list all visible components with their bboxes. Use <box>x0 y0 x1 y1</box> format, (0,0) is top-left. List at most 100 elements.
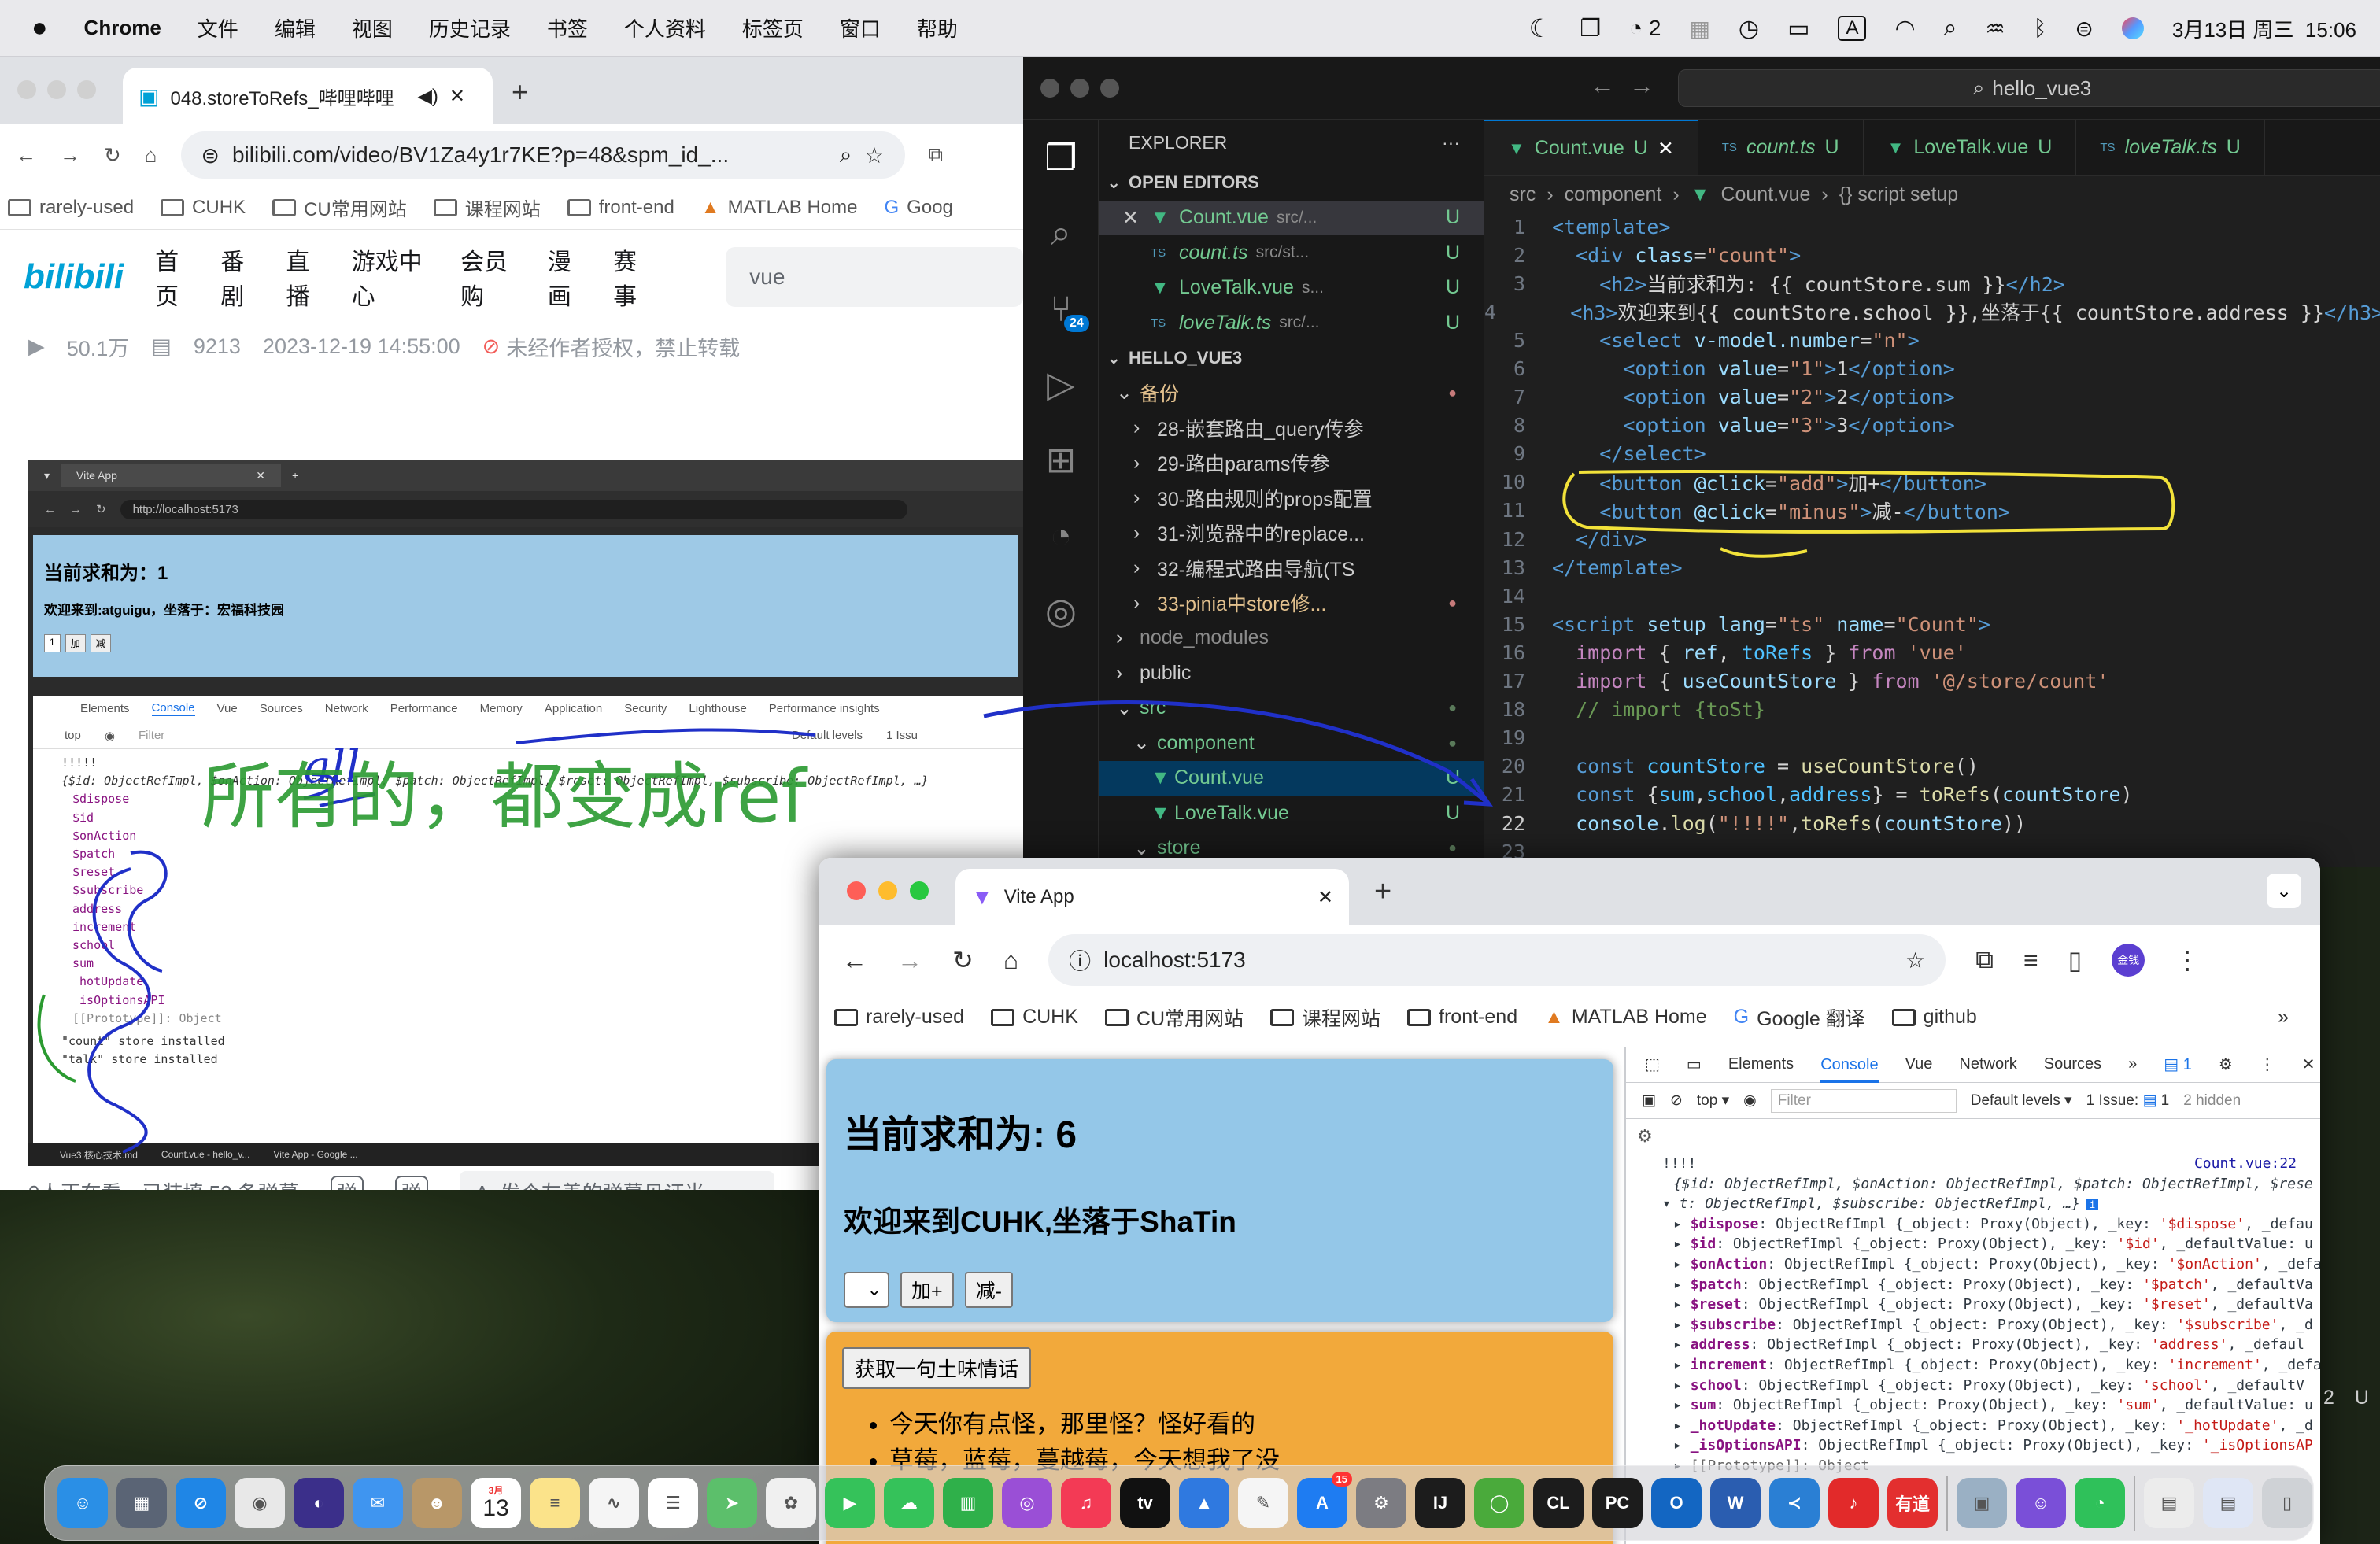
explorer-more-icon[interactable]: ··· <box>1442 132 1460 153</box>
keynote-icon[interactable]: ▲ <box>1179 1478 1229 1528</box>
devtools-tab[interactable]: Network <box>1959 1055 2016 1073</box>
danmaku-setting-icon[interactable]: 弹 <box>394 1175 428 1190</box>
messages-icon[interactable]: ☁ <box>884 1478 934 1528</box>
vite-bookmark-item[interactable]: 课程网站 <box>1270 1003 1380 1032</box>
star-icon[interactable]: ☆ <box>864 142 884 168</box>
menu-item[interactable]: 标签页 <box>742 13 804 42</box>
sidebar-toggle-icon[interactable]: ▣ <box>1642 1092 1656 1110</box>
tab-search-icon[interactable]: ⌄ <box>2267 874 2301 908</box>
menu-item[interactable]: 文件 <box>198 13 238 42</box>
bookmark-item[interactable]: 课程网站 <box>433 194 541 221</box>
vite-close-button[interactable] <box>847 881 866 900</box>
bluetooth-icon[interactable]: ᛒ <box>2034 16 2047 41</box>
bilibili-logo[interactable]: bilibili <box>24 257 124 297</box>
vite-home-icon[interactable]: ⌂ <box>1003 946 1018 975</box>
mail-icon[interactable]: ✉ <box>353 1478 403 1528</box>
vscode-close-button[interactable] <box>1040 79 1059 98</box>
wifi-icon[interactable]: ◠ <box>1894 15 1915 42</box>
profile-avatar[interactable]: 金钱 <box>2112 944 2145 977</box>
music-icon[interactable]: ♫ <box>1061 1478 1111 1528</box>
source-control-icon[interactable]: ⑂ 24 <box>1023 271 1099 346</box>
pages-icon[interactable]: ✎ <box>1238 1478 1288 1528</box>
bookmark-item[interactable]: CU常用网站 <box>272 194 407 221</box>
tree-item[interactable]: › 30-路由规则的props配置 <box>1099 481 1484 516</box>
wechat-status-icon[interactable]: ◔ 2 <box>1629 16 1661 41</box>
log-entry[interactable]: ▸ address: ObjectRefImpl {_object: Proxy… <box>1662 1335 2320 1355</box>
site-info-icon[interactable]: ⊜ <box>201 142 220 168</box>
log-entry[interactable]: ▸ school: ObjectRefImpl {_object: Proxy(… <box>1662 1376 2320 1396</box>
close-icon[interactable]: ✕ <box>1122 206 1151 230</box>
system-settings-icon[interactable]: ⚙ <box>1356 1478 1406 1528</box>
menu-item[interactable]: 历史记录 <box>429 13 511 42</box>
bili-nav-item[interactable]: 赛事 <box>613 242 656 312</box>
tree-item[interactable]: › 33-pinia中store修... ● <box>1099 585 1484 621</box>
siri-icon[interactable]: ◐ <box>294 1478 344 1528</box>
log-entry[interactable]: ▸ _hotUpdate: ObjectRefImpl {_object: Pr… <box>1662 1416 2320 1436</box>
back-icon[interactable]: ← <box>16 143 36 168</box>
remote-icon[interactable]: ◎ <box>1023 573 1099 648</box>
bookmark-item[interactable]: rarely-used <box>8 197 134 219</box>
menubar-datetime[interactable]: 3月13日 周三 15:06 <box>2172 14 2356 43</box>
bili-nav-item[interactable]: 番剧 <box>220 242 264 312</box>
devtools-close-icon[interactable]: ✕ <box>2302 1055 2315 1074</box>
vscode-icon[interactable]: ≺ <box>1769 1478 1820 1528</box>
contacts-icon[interactable]: ☻ <box>412 1478 462 1528</box>
console-settings-icon[interactable]: ⚙ <box>1637 1126 1653 1147</box>
log-entry[interactable]: ▸ $id: ObjectRefImpl {_object: Proxy(Obj… <box>1662 1234 2320 1254</box>
menu-item[interactable]: 编辑 <box>275 13 316 42</box>
minimize-window-button[interactable] <box>47 80 66 99</box>
maps-icon[interactable]: ➤ <box>707 1478 757 1528</box>
reminders-icon[interactable]: ☰ <box>648 1478 698 1528</box>
appstore-icon[interactable]: A 15 <box>1297 1472 1352 1528</box>
bookmark-item[interactable]: G Goog <box>885 197 953 219</box>
close-tab-icon[interactable]: ✕ <box>449 85 465 108</box>
freeform-icon[interactable]: ∿ <box>589 1478 639 1528</box>
notes-icon[interactable]: ≡ <box>530 1478 580 1528</box>
intellij-icon[interactable]: IJ <box>1415 1478 1465 1528</box>
pycharm-icon[interactable]: PC <box>1592 1478 1643 1528</box>
more-tabs-icon[interactable]: » <box>2128 1055 2137 1073</box>
vscode-zoom-button[interactable] <box>1100 79 1119 98</box>
vite-bookmark-item[interactable]: rarely-used <box>834 1006 964 1029</box>
log-entry[interactable]: ▸ _isOptionsAPI: ObjectRefImpl {_object:… <box>1662 1435 2320 1456</box>
extensions-icon[interactable]: ⧉ <box>929 142 944 168</box>
log-entry[interactable]: ▸ sum: ObjectRefImpl {_object: Proxy(Obj… <box>1662 1395 2320 1416</box>
devtools-tab[interactable]: Sources <box>2044 1055 2101 1073</box>
word-icon[interactable]: W <box>1710 1478 1761 1528</box>
stage-icon[interactable]: ▦ <box>1689 16 1709 42</box>
facetime-icon[interactable]: ▶ <box>825 1478 875 1528</box>
device-toolbar-icon[interactable]: ▭ <box>1687 1055 1702 1074</box>
tree-item[interactable]: › 28-嵌套路由_query传参 <box>1099 411 1484 446</box>
netease-music-icon[interactable]: ♪ <box>1828 1478 1879 1528</box>
launchpad-icon[interactable]: ▦ <box>116 1478 167 1528</box>
devtools-tab[interactable]: Elements <box>1728 1055 1794 1073</box>
open-editor-item[interactable]: TS loveTalk.ts src/... U <box>1099 305 1484 341</box>
control-center-icon[interactable]: ⊜ <box>2075 16 2093 42</box>
bili-nav-item[interactable]: 漫画 <box>548 242 591 312</box>
document-2-icon[interactable]: ▤ <box>2203 1478 2253 1528</box>
preview-icon[interactable]: ▣ <box>1957 1478 2007 1528</box>
search-view-icon[interactable]: ⌕ <box>1023 195 1099 271</box>
open-editor-item[interactable]: ▼ LoveTalk.vue s... U <box>1099 271 1484 306</box>
vite-tab[interactable]: ▼ Vite App ✕ <box>955 869 1349 925</box>
menu-item[interactable]: 个人资料 <box>624 13 706 42</box>
devtools-more-icon[interactable]: ⋮ <box>2260 1055 2275 1074</box>
bili-nav-item[interactable]: 首页 <box>155 242 198 312</box>
number-select[interactable]: ⌄ <box>844 1272 889 1308</box>
vite-bookmark-item[interactable]: front-end <box>1407 1006 1517 1029</box>
issues-badge[interactable]: ▤ 1 <box>2164 1055 2192 1074</box>
vite-minimize-button[interactable] <box>878 881 897 900</box>
menu-item[interactable]: 窗口 <box>840 13 881 42</box>
safari-icon[interactable]: ⊘ <box>176 1478 226 1528</box>
vite-star-icon[interactable]: ☆ <box>1905 947 1925 973</box>
live-expression-icon[interactable]: ◉ <box>1743 1092 1757 1110</box>
close-window-button[interactable] <box>17 80 36 99</box>
log-entry[interactable]: ▸ $dispose: ObjectRefImpl {_object: Prox… <box>1662 1214 2320 1235</box>
devtools-settings-icon[interactable]: ⚙ <box>2219 1055 2233 1074</box>
vite-sidepanel-icon[interactable]: ▯ <box>2068 945 2082 975</box>
open-editor-item[interactable]: TS count.ts src/st... U <box>1099 235 1484 271</box>
menu-app-name[interactable]: Chrome <box>84 16 161 40</box>
trash-icon[interactable]: ▯ <box>2262 1478 2312 1528</box>
danmaku-input[interactable]: A 发个友善的弹幕见证当 <box>459 1170 774 1190</box>
hearing-icon[interactable]: ♒ <box>1985 16 2005 42</box>
